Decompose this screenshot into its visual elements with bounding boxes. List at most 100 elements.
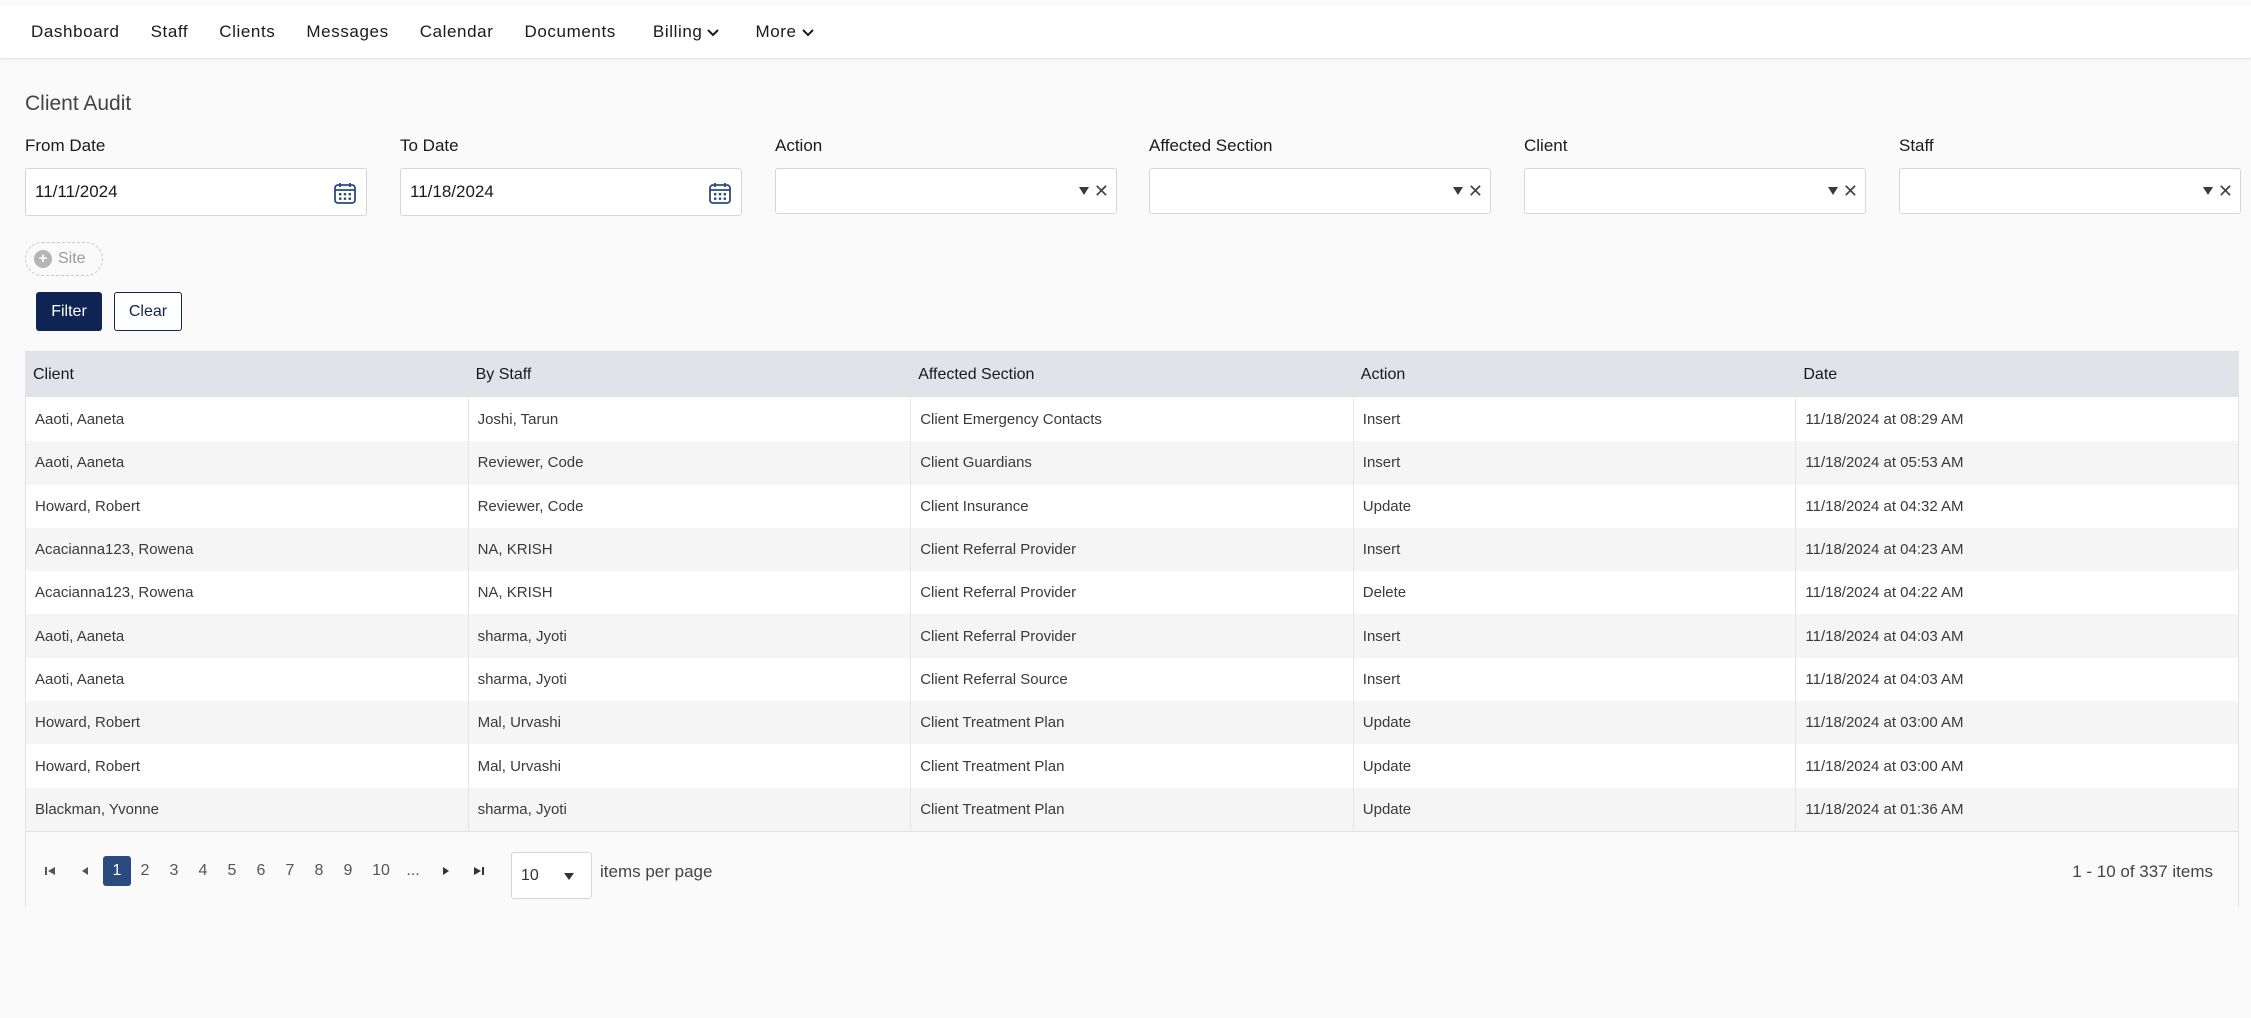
first-page-icon[interactable]: [40, 856, 60, 886]
nav-billing[interactable]: Billing: [653, 22, 721, 42]
client-select[interactable]: ✕: [1524, 168, 1866, 214]
caret-down-icon[interactable]: [2203, 187, 2213, 195]
affected-section-select[interactable]: ✕: [1149, 168, 1491, 214]
table-row[interactable]: Howard, Robert Reviewer, Code Client Insur…: [26, 484, 2238, 528]
table-row[interactable]: Aaoti, Aaneta Joshi, Tarun Client Emergenc…: [26, 398, 2238, 442]
grid-header: Client By Staff Affected Section Action …: [26, 352, 2238, 397]
action-label: Action: [775, 136, 823, 155]
column-header-action[interactable]: Action: [1354, 352, 1797, 397]
caret-down-icon[interactable]: [1079, 187, 1089, 195]
page-6[interactable]: 6: [247, 856, 275, 886]
cell-client: Aaoti, Aaneta: [26, 657, 469, 702]
staff-select[interactable]: ✕: [1899, 168, 2241, 214]
cell-by-staff: Reviewer, Code: [469, 441, 912, 485]
table-row[interactable]: Howard, Robert Mal, Urvashi Client Treatme…: [26, 701, 2238, 745]
column-header-client[interactable]: Client: [26, 352, 469, 397]
close-icon[interactable]: ✕: [2218, 182, 2233, 200]
cell-client: Aaoti, Aaneta: [26, 614, 469, 658]
page-8[interactable]: 8: [305, 856, 333, 886]
column-header-date[interactable]: Date: [1796, 352, 2238, 397]
cell-action: Update: [1354, 787, 1797, 831]
add-site-chip[interactable]: + Site: [25, 242, 103, 276]
page-4[interactable]: 4: [189, 856, 217, 886]
pager-summary: 1 - 10 of 337 items: [2072, 862, 2213, 881]
column-header-by-staff[interactable]: By Staff: [469, 352, 912, 397]
cell-action: Insert: [1354, 527, 1797, 572]
table-row[interactable]: Blackman, Yvonne sharma, Jyoti Client Trea…: [26, 787, 2238, 831]
clear-button[interactable]: Clear: [114, 292, 182, 331]
staff-label: Staff: [1899, 136, 1934, 155]
page-7[interactable]: 7: [276, 856, 304, 886]
client-label: Client: [1524, 136, 1568, 155]
caret-down-icon[interactable]: [1453, 187, 1463, 195]
table-row[interactable]: Aaoti, Aaneta Reviewer, Code Client Guardi…: [26, 441, 2238, 485]
site-chip-label: Site: [58, 250, 86, 267]
page-10[interactable]: 10: [365, 856, 397, 886]
page-2[interactable]: 2: [131, 856, 159, 886]
cell-affected-section: Client Referral Provider: [911, 571, 1354, 615]
table-row[interactable]: Acacianna123, Rowena NA, KRISH Client Refe…: [26, 571, 2238, 615]
cell-client: Aaoti, Aaneta: [26, 398, 469, 442]
cell-affected-section: Client Insurance: [911, 484, 1354, 528]
cell-action: Insert: [1354, 398, 1797, 442]
cell-date: 11/18/2024 at 03:00 AM: [1805, 714, 1964, 732]
table-row[interactable]: Acacianna123, Rowena NA, KRISH Client Refe…: [26, 527, 2238, 572]
last-page-icon[interactable]: [469, 856, 489, 886]
nav-messages-label: Messages: [306, 22, 389, 41]
pager: 1 2 3 4 5 6 7 8 9 10 ... 10 items per pa…: [26, 831, 2238, 907]
page-1[interactable]: 1: [103, 856, 131, 886]
action-select[interactable]: ✕: [775, 168, 1117, 214]
table-row[interactable]: Aaoti, Aaneta sharma, Jyoti Client Referra…: [26, 614, 2238, 658]
cell-affected-section: Client Treatment Plan: [911, 744, 1354, 788]
cell-date: 11/18/2024 at 04:32 AM: [1805, 497, 1964, 515]
cell-client: Howard, Robert: [26, 484, 469, 528]
caret-down-icon[interactable]: [1828, 187, 1838, 195]
calendar-icon[interactable]: [708, 181, 732, 205]
close-icon[interactable]: ✕: [1094, 182, 1109, 200]
nav-dashboard[interactable]: Dashboard: [31, 22, 120, 42]
table-row[interactable]: Aaoti, Aaneta sharma, Jyoti Client Referra…: [26, 657, 2238, 702]
column-header-affected-section[interactable]: Affected Section: [911, 352, 1354, 397]
cell-by-staff: Reviewer, Code: [469, 484, 912, 528]
nav-staff-label: Staff: [150, 22, 189, 41]
previous-page-icon[interactable]: [75, 856, 95, 886]
cell-action: Update: [1354, 701, 1797, 745]
cell-action: Insert: [1354, 441, 1797, 485]
cell-client: Howard, Robert: [26, 701, 469, 745]
to-date-field[interactable]: 11/18/2024: [400, 168, 742, 216]
chevron-down-icon: [801, 29, 814, 37]
nav-documents[interactable]: Documents: [524, 22, 615, 42]
page-9[interactable]: 9: [334, 856, 362, 886]
cell-date: 11/18/2024 at 01:36 AM: [1805, 800, 1964, 818]
items-per-page-select[interactable]: 10: [511, 852, 592, 899]
nav-clients[interactable]: Clients: [219, 22, 275, 42]
nav-more[interactable]: More: [755, 22, 814, 42]
close-icon[interactable]: ✕: [1468, 182, 1483, 200]
to-date-label: To Date: [400, 136, 459, 155]
nav-clients-label: Clients: [219, 22, 276, 41]
nav-calendar[interactable]: Calendar: [420, 22, 494, 42]
items-per-page-label: items per page: [600, 862, 713, 881]
filter-button[interactable]: Filter: [36, 292, 102, 331]
page-3[interactable]: 3: [160, 856, 188, 886]
nav-dashboard-label: Dashboard: [31, 22, 120, 41]
nav-messages[interactable]: Messages: [306, 22, 388, 42]
grid-body: Aaoti, Aaneta Joshi, Tarun Client Emergenc…: [26, 398, 2238, 831]
page-ellipsis[interactable]: ...: [399, 856, 427, 886]
caret-down-icon: [564, 873, 574, 880]
affected-section-label: Affected Section: [1149, 136, 1273, 155]
table-row[interactable]: Howard, Robert Mal, Urvashi Client Treatme…: [26, 744, 2238, 788]
cell-by-staff: sharma, Jyoti: [469, 614, 912, 658]
cell-client: Blackman, Yvonne: [26, 787, 469, 831]
close-icon[interactable]: ✕: [1843, 182, 1858, 200]
calendar-icon[interactable]: [333, 181, 357, 205]
next-page-icon[interactable]: [436, 856, 456, 886]
from-date-field[interactable]: 11/11/2024: [25, 168, 367, 216]
cell-client: Acacianna123, Rowena: [26, 571, 469, 615]
cell-date: 11/18/2024 at 08:29 AM: [1805, 411, 1964, 429]
nav-staff[interactable]: Staff: [151, 22, 189, 42]
page-5[interactable]: 5: [218, 856, 246, 886]
cell-affected-section: Client Guardians: [911, 441, 1354, 485]
cell-by-staff: Joshi, Tarun: [469, 398, 912, 442]
cell-action: Delete: [1354, 571, 1797, 615]
